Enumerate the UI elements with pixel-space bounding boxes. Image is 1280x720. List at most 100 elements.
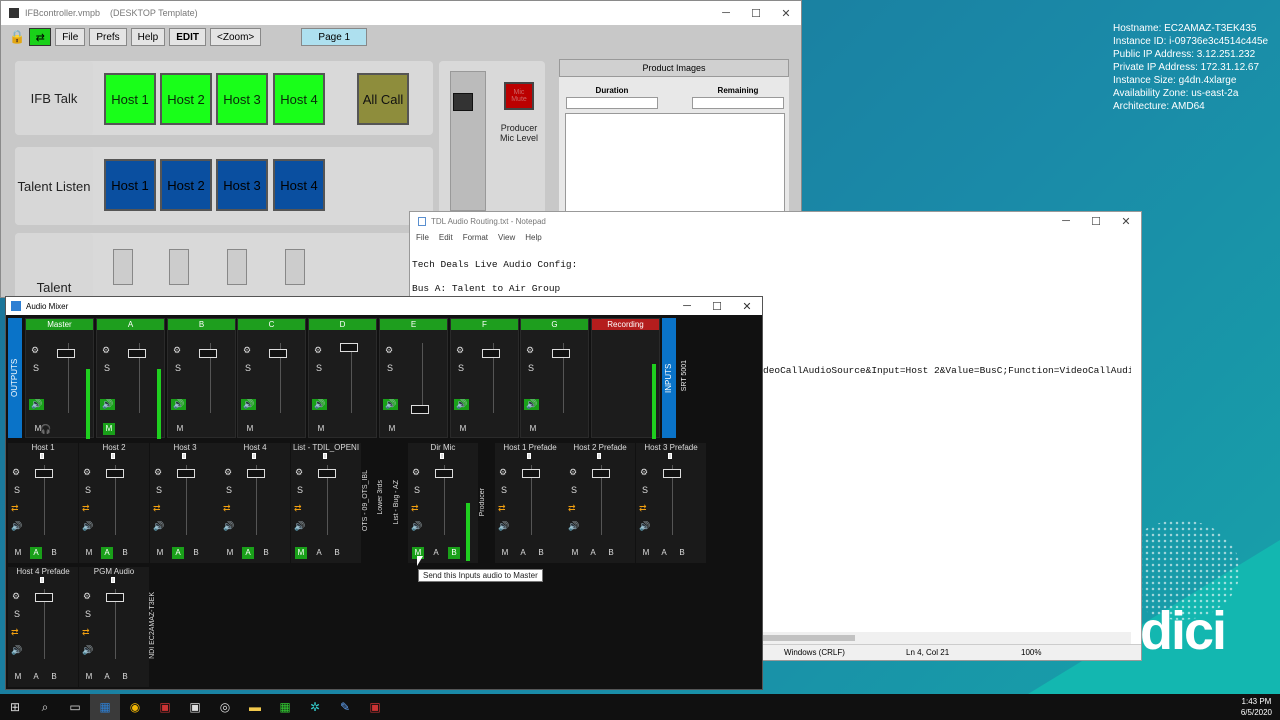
solo-button[interactable]: S — [528, 363, 534, 373]
speaker-icon[interactable]: 🔊 — [223, 521, 234, 532]
minimize-button[interactable]: ─ — [711, 7, 741, 20]
volume-fader[interactable] — [435, 469, 453, 478]
maximize-button[interactable]: ☐ — [1081, 215, 1111, 228]
gear-icon[interactable]: ⚙ — [243, 345, 251, 356]
bus-b-button[interactable]: B — [119, 671, 131, 683]
gear-icon[interactable]: ⚙ — [12, 467, 20, 478]
solo-button[interactable]: S — [14, 609, 20, 619]
speaker-icon[interactable]: 🔊 — [11, 645, 22, 656]
solo-button[interactable]: S — [14, 485, 20, 495]
pan-knob[interactable] — [527, 453, 531, 459]
settings-app-icon[interactable]: ✲ — [300, 694, 330, 720]
file-explorer-icon[interactable]: ▬ — [240, 694, 270, 720]
mute-button[interactable]: M — [315, 423, 327, 435]
speaker-icon[interactable]: 🔊 — [498, 521, 509, 532]
route-icon[interactable]: ⇄ — [639, 503, 647, 514]
task-view-icon[interactable]: ▭ — [60, 694, 90, 720]
route-icon[interactable]: ⇄ — [82, 627, 90, 638]
bus-a-button[interactable]: A — [587, 547, 599, 559]
bus-b-button[interactable]: B — [190, 547, 202, 559]
volume-fader[interactable] — [592, 469, 610, 478]
bus-a-button[interactable]: A — [101, 671, 113, 683]
solo-button[interactable]: S — [175, 363, 181, 373]
bus-header[interactable]: F — [451, 319, 518, 330]
bus-b-button[interactable]: B — [605, 547, 617, 559]
mute-button[interactable]: M — [103, 423, 115, 435]
menu-file[interactable]: File — [416, 233, 429, 242]
volume-fader[interactable] — [106, 469, 124, 478]
solo-button[interactable]: S — [297, 485, 303, 495]
lock-icon[interactable]: 🔒 — [9, 29, 25, 45]
speaker-icon[interactable]: 🔊 — [171, 399, 187, 410]
solo-button[interactable]: S — [571, 485, 577, 495]
zoom-button[interactable]: <Zoom> — [210, 28, 262, 46]
volume-fader[interactable] — [340, 343, 358, 352]
bus-b-button[interactable]: B — [676, 547, 688, 559]
bus-a-button[interactable]: A — [101, 547, 113, 559]
gear-icon[interactable]: ⚙ — [499, 467, 507, 478]
bus-header[interactable]: G — [521, 319, 588, 330]
pan-knob[interactable] — [252, 453, 256, 459]
menu-prefs[interactable]: Prefs — [89, 28, 127, 46]
all-call-button[interactable]: All Call — [357, 73, 409, 125]
pan-knob[interactable] — [440, 453, 444, 459]
listen-host2-button[interactable]: Host 2 — [160, 159, 212, 211]
solo-button[interactable]: S — [316, 363, 322, 373]
mute-button[interactable]: M — [174, 423, 186, 435]
mic-mute-button[interactable]: Mic Mute — [504, 82, 534, 110]
route-icon[interactable]: ⇄ — [411, 503, 419, 514]
volume-fader[interactable] — [411, 405, 429, 414]
speaker-icon[interactable]: 🔊 — [82, 645, 93, 656]
recorder-icon[interactable]: ▣ — [360, 694, 390, 720]
talk-host3-button[interactable]: Host 3 — [216, 73, 268, 125]
route-icon[interactable]: ⇄ — [498, 503, 506, 514]
talent-fader-3[interactable] — [227, 249, 247, 285]
solo-button[interactable]: S — [414, 485, 420, 495]
ifb-app-icon[interactable]: ▦ — [270, 694, 300, 720]
bus-a-button[interactable]: A — [658, 547, 670, 559]
solo-button[interactable]: S — [85, 609, 91, 619]
bus-b-button[interactable]: B — [448, 547, 460, 559]
gear-icon[interactable]: ⚙ — [173, 345, 181, 356]
ndi-icon[interactable]: ▣ — [150, 694, 180, 720]
bus-a-button[interactable]: A — [30, 547, 42, 559]
listen-host1-button[interactable]: Host 1 — [104, 159, 156, 211]
solo-button[interactable]: S — [33, 363, 39, 373]
mute-button[interactable]: M — [457, 423, 469, 435]
maximize-button[interactable]: ☐ — [741, 7, 771, 20]
horizontal-scrollbar[interactable] — [763, 632, 1131, 644]
talk-host1-button[interactable]: Host 1 — [104, 73, 156, 125]
product-images-list[interactable] — [565, 113, 785, 213]
solo-button[interactable]: S — [104, 363, 110, 373]
gear-icon[interactable]: ⚙ — [295, 467, 303, 478]
bus-a-button[interactable]: A — [172, 547, 184, 559]
menu-edit[interactable]: EDIT — [169, 28, 207, 46]
bus-b-button[interactable]: B — [48, 671, 60, 683]
bus-a-button[interactable]: A — [242, 547, 254, 559]
menu-help[interactable]: Help — [130, 28, 166, 46]
speaker-icon[interactable]: 🔊 — [11, 521, 22, 532]
solo-button[interactable]: S — [387, 363, 393, 373]
speaker-icon[interactable]: 🔊 — [82, 521, 93, 532]
talk-host2-button[interactable]: Host 2 — [160, 73, 212, 125]
listen-host4-button[interactable]: Host 4 — [273, 159, 325, 211]
volume-fader[interactable] — [35, 593, 53, 602]
mute-button[interactable]: M — [12, 547, 24, 559]
bus-b-button[interactable]: B — [535, 547, 547, 559]
recording-header[interactable]: Recording — [592, 319, 659, 330]
volume-fader[interactable] — [552, 349, 570, 358]
remaining-field[interactable] — [692, 97, 784, 109]
windows-start-icon[interactable]: ⊞ — [0, 694, 30, 720]
page-tab[interactable]: Page 1 — [301, 28, 368, 46]
volume-fader[interactable] — [522, 469, 540, 478]
minimize-button[interactable]: ─ — [1051, 215, 1081, 228]
speaker-icon[interactable]: 🔊 — [29, 399, 45, 410]
pan-knob[interactable] — [668, 453, 672, 459]
minimize-button[interactable]: ─ — [672, 300, 702, 313]
route-icon[interactable]: ⇄ — [294, 503, 302, 514]
close-button[interactable]: ✕ — [771, 7, 801, 20]
bus-b-button[interactable]: B — [119, 547, 131, 559]
mute-button[interactable]: M — [640, 547, 652, 559]
solo-button[interactable]: S — [501, 485, 507, 495]
speaker-icon[interactable]: 🔊 — [153, 521, 164, 532]
